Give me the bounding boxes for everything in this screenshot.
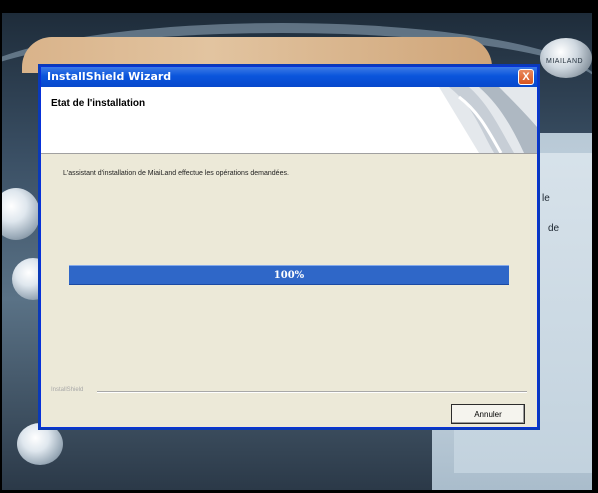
background-bubble <box>17 423 63 465</box>
frame-left <box>0 0 2 493</box>
cancel-button[interactable]: Annuler <box>451 404 525 424</box>
background-side-text: le <box>542 193 550 204</box>
background-logo-text: MIAILAND <box>546 58 584 65</box>
dialog-header: Etat de l'installation <box>41 87 537 154</box>
header-title: Etat de l'installation <box>51 98 146 109</box>
screen-frame: MIAILAND le de InstallShield Wizard X Et… <box>0 0 598 493</box>
dialog-title: InstallShield Wizard <box>47 70 172 83</box>
dialog-titlebar[interactable]: InstallShield Wizard X <box>41 67 537 87</box>
installshield-brand: InstallShield <box>51 387 84 393</box>
progress-label: 100% <box>273 269 305 281</box>
frame-right <box>592 0 598 493</box>
footer-divider <box>97 391 527 393</box>
cancel-button-label: Annuler <box>474 409 502 419</box>
progress-bar: 100% <box>69 265 509 285</box>
status-message: L'assistant d'installation de MiaiLand e… <box>63 170 289 177</box>
header-art-icon <box>439 87 537 153</box>
background-bubble <box>2 188 40 240</box>
close-button[interactable]: X <box>518 69 534 85</box>
close-icon: X <box>522 70 530 83</box>
frame-top <box>0 0 598 13</box>
background-side-text: de <box>548 223 560 234</box>
installshield-wizard-dialog: InstallShield Wizard X Etat de l'install… <box>40 66 538 428</box>
